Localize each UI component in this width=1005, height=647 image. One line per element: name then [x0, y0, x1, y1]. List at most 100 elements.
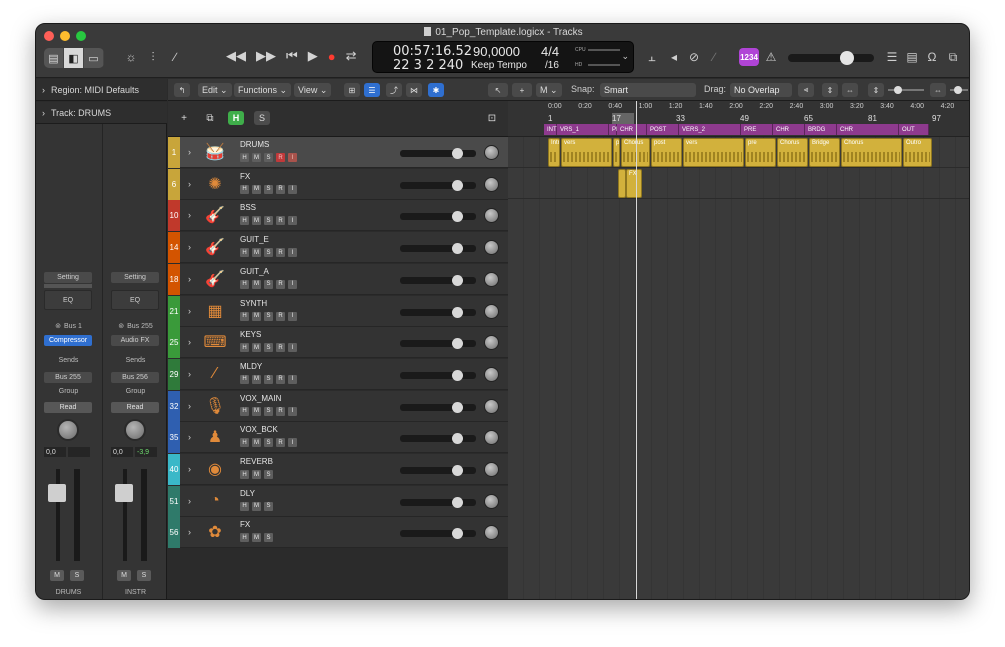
hide-button[interactable]: H	[228, 111, 244, 125]
track-name[interactable]: GUIT_A	[240, 267, 269, 276]
track-i-button[interactable]: I	[288, 374, 297, 384]
track-r-button[interactable]: R	[276, 279, 285, 289]
track-row[interactable]: 32 › 🎙 VOX_MAIN H M S R I	[168, 390, 508, 422]
track-pan-knob[interactable]	[484, 208, 499, 224]
track-name[interactable]: VOX_MAIN	[240, 394, 281, 403]
track-row[interactable]: 6 › ✺ FX H M S R I	[168, 168, 508, 200]
track-pan-knob[interactable]	[484, 493, 499, 509]
track-r-button[interactable]: R	[276, 374, 285, 384]
track-s-button[interactable]: S	[264, 470, 273, 479]
browser-icon[interactable]: ⧉	[944, 48, 962, 66]
list-view-icon[interactable]: ☰	[364, 83, 380, 97]
catch-icon[interactable]: ↰	[174, 83, 190, 97]
functions-menu[interactable]: Functions ⌄	[234, 83, 292, 97]
track-m-button[interactable]: M	[252, 470, 261, 479]
track-name[interactable]: REVERB	[240, 457, 273, 466]
track-pan-knob[interactable]	[484, 525, 499, 541]
global-solo-button[interactable]: S	[254, 111, 270, 125]
choir-icon[interactable]: ♟	[202, 425, 228, 449]
disclosure-icon[interactable]: ›	[188, 147, 191, 157]
track-s-button[interactable]: S	[264, 279, 273, 289]
synth-icon[interactable]: ▦	[202, 299, 228, 323]
track-pan-knob[interactable]	[484, 240, 499, 256]
track-pan-knob[interactable]	[484, 366, 499, 382]
disclosure-icon[interactable]: ›	[188, 527, 191, 537]
track-name[interactable]: MLDY	[240, 362, 262, 371]
eq-display[interactable]: EQ	[111, 290, 159, 310]
disclosure-icon[interactable]: ›	[188, 337, 191, 347]
track-inspector-header[interactable]: › Track: DRUMS	[36, 102, 167, 124]
solo-button[interactable]: S	[137, 570, 151, 581]
track-r-button[interactable]: R	[276, 311, 285, 321]
rewind-icon[interactable]: ◀◀	[226, 48, 246, 64]
disclosure-icon[interactable]: ›	[188, 432, 191, 442]
vertical-zoom-slider[interactable]	[888, 86, 924, 94]
volume-knob[interactable]	[452, 274, 463, 286]
track-row[interactable]: 29 › ∕ MLDY H M S R I	[168, 358, 508, 390]
track-i-button[interactable]: I	[288, 248, 297, 258]
chevron-down-icon[interactable]: ⌄	[621, 51, 629, 62]
zoom-v-icon[interactable]: ⇕	[868, 83, 884, 97]
library-icon[interactable]: ▤	[44, 48, 64, 68]
duplicate-track-icon[interactable]: ⧉	[202, 111, 218, 125]
eq-display[interactable]: EQ	[44, 290, 92, 310]
marker[interactable]: PI	[609, 124, 618, 135]
track-name[interactable]: FX	[240, 520, 250, 529]
replace-icon[interactable]: ⊘	[686, 48, 702, 66]
track-h-button[interactable]: H	[240, 311, 249, 321]
mixer-icon[interactable]: ⫶	[144, 48, 162, 66]
track-m-button[interactable]: M	[252, 343, 261, 353]
sends-slot[interactable]: Sends	[103, 357, 168, 364]
lcd-display[interactable]: 00:57:16.52 22 3 2 240 90,0000 Keep Temp…	[372, 41, 634, 73]
count-in-button[interactable]: 1234	[739, 48, 759, 66]
drum-kit-icon[interactable]: 🥁	[202, 140, 228, 164]
track-name[interactable]: VOX_BCK	[240, 425, 278, 434]
marker[interactable]: BRDG	[805, 124, 837, 135]
midi-region[interactable]	[618, 169, 626, 198]
track-h-button[interactable]: H	[240, 248, 249, 258]
zoom-slider-knob[interactable]	[894, 86, 902, 94]
track-row[interactable]: 40 › ◉ REVERB H M S	[168, 454, 508, 485]
marker[interactable]: CHR	[773, 124, 805, 135]
volume-knob[interactable]	[452, 369, 463, 381]
track-volume-slider[interactable]	[400, 179, 476, 191]
track-s-button[interactable]: S	[264, 216, 273, 226]
mute-button[interactable]: M	[50, 570, 64, 581]
delay-icon[interactable]: ◔	[202, 489, 228, 513]
track-lanes[interactable]: Intr vers pr Chorus post vers pre Chorus Bridge C…	[508, 137, 969, 599]
edit-menu[interactable]: Edit ⌄	[198, 83, 232, 97]
track-h-button[interactable]: H	[240, 501, 249, 511]
track-r-button[interactable]: R	[276, 438, 285, 448]
track-row[interactable]: 51 › ◔ DLY H M S	[168, 485, 508, 517]
lane-drums[interactable]: Intr vers pr Chorus post vers pre Chorus Bridge C…	[508, 137, 969, 168]
track-h-button[interactable]: H	[240, 374, 249, 384]
volume-knob[interactable]	[452, 306, 463, 318]
add-track-icon[interactable]: +	[176, 111, 192, 125]
track-name[interactable]: KEYS	[240, 330, 261, 339]
midi-region[interactable]: pr	[613, 138, 620, 167]
track-volume-slider[interactable]	[400, 338, 476, 350]
track-pan-knob[interactable]	[484, 303, 499, 319]
volume-knob[interactable]	[452, 243, 463, 255]
track-volume-slider[interactable]	[400, 211, 476, 223]
volume-knob[interactable]	[452, 465, 463, 476]
track-row[interactable]: 1 › 🥁 DRUMS H M S R I	[168, 137, 508, 168]
track-volume-slider[interactable]	[400, 401, 476, 413]
track-m-button[interactable]: M	[252, 279, 261, 289]
track-name[interactable]: SYNTH	[240, 299, 267, 308]
track-volume-slider[interactable]	[400, 528, 476, 540]
track-volume-slider[interactable]	[400, 274, 476, 286]
bass-guitar-icon[interactable]: 🎸	[202, 203, 228, 227]
track-i-button[interactable]: I	[288, 406, 297, 416]
view-menu[interactable]: View ⌄	[294, 83, 332, 97]
track-i-button[interactable]: I	[288, 184, 297, 194]
record-icon[interactable]: ●	[328, 49, 336, 64]
track-row[interactable]: 21 › ▦ SYNTH H M S R I	[168, 295, 508, 327]
tuner-icon[interactable]: ⫠	[644, 48, 660, 66]
track-m-button[interactable]: M	[252, 184, 261, 194]
group-slot[interactable]: Group	[36, 388, 101, 395]
track-r-button[interactable]: R	[276, 216, 285, 226]
midi-region[interactable]: vers	[561, 138, 612, 167]
horizontal-zoom-slider[interactable]	[950, 86, 968, 94]
input-slot[interactable]: ⊚ Bus 255	[103, 322, 168, 331]
